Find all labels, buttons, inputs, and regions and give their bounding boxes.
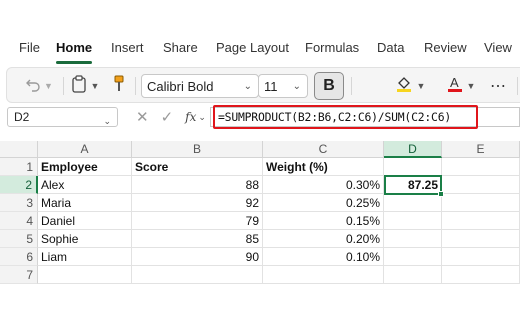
fill-color-icon [395, 75, 413, 98]
column-header-b[interactable]: B [132, 141, 263, 158]
cell-e6[interactable] [442, 248, 520, 266]
cell-b5[interactable]: 85 [132, 230, 263, 248]
cell-c4[interactable]: 0.15% [263, 212, 384, 230]
more-icon[interactable]: ⋯ [485, 68, 511, 104]
menu-view[interactable]: View [484, 40, 512, 55]
chevron-down-icon: ⌄ [198, 111, 206, 122]
svg-text:A: A [450, 75, 459, 90]
cell-c5[interactable]: 0.20% [263, 230, 384, 248]
cell-c1[interactable]: Weight (%) [263, 158, 384, 176]
cancel-icon[interactable]: ✕ [136, 108, 149, 126]
menu-file[interactable]: File [19, 40, 40, 55]
format-painter-button[interactable] [108, 68, 130, 104]
cell-a1[interactable]: Employee [38, 158, 132, 176]
cell-e5[interactable] [442, 230, 520, 248]
row-header-4[interactable]: 4 [0, 212, 38, 230]
formula-highlight-box [213, 105, 478, 129]
cell-b3[interactable]: 92 [132, 194, 263, 212]
paste-button[interactable]: ▼ [67, 68, 103, 104]
cell-c7[interactable] [263, 266, 384, 284]
ribbon-toolbar: ▼ ▼ Calibri Bold ⌄ 11 ⌄ B ▼ A ▼ ⋯ [6, 67, 520, 103]
active-cell-border [384, 175, 442, 195]
name-box-value: D2 [14, 110, 30, 124]
column-header-a[interactable]: A [38, 141, 132, 158]
cell-b7[interactable] [132, 266, 263, 284]
row-header-2[interactable]: 2 [0, 176, 38, 194]
font-name-value: Calibri Bold [147, 78, 214, 94]
cell-a5[interactable]: Sophie [38, 230, 132, 248]
row-header-1[interactable]: 1 [0, 158, 38, 176]
enter-icon[interactable]: ✓ [161, 108, 174, 126]
cell-d6[interactable] [384, 248, 442, 266]
column-header-e[interactable]: E [442, 141, 520, 158]
cell-e2[interactable] [442, 176, 520, 194]
cell-e4[interactable] [442, 212, 520, 230]
cell-c6[interactable]: 0.10% [263, 248, 384, 266]
column-header-d[interactable]: D [384, 141, 442, 158]
paste-dropdown-icon: ▼ [90, 81, 100, 91]
cell-e3[interactable] [442, 194, 520, 212]
cell-b6[interactable]: 90 [132, 248, 263, 266]
divider [135, 77, 136, 95]
cell-a4[interactable]: Daniel [38, 212, 132, 230]
row-header-3[interactable]: 3 [0, 194, 38, 212]
fill-handle[interactable] [438, 191, 444, 197]
undo-dropdown-icon: ▼ [44, 81, 53, 91]
chevron-down-icon: ⌄ [243, 81, 252, 92]
cell-c3[interactable]: 0.25% [263, 194, 384, 212]
cell-d5[interactable] [384, 230, 442, 248]
font-color-button[interactable]: A ▼ [443, 68, 479, 104]
undo-icon [25, 76, 41, 97]
active-tab-indicator [56, 61, 92, 64]
name-box[interactable]: D2 ⌄ [7, 107, 118, 127]
cell-c2[interactable]: 0.30% [263, 176, 384, 194]
insert-function-icon[interactable]: fx [185, 110, 196, 124]
menu-formulas[interactable]: Formulas [305, 40, 359, 55]
cell-a6[interactable]: Liam [38, 248, 132, 266]
cell-b2[interactable]: 88 [132, 176, 263, 194]
menu-review[interactable]: Review [424, 40, 467, 55]
format-painter-icon [112, 75, 126, 98]
menu-data[interactable]: Data [377, 40, 404, 55]
divider [63, 77, 64, 95]
font-size-select[interactable]: 11 ⌄ [258, 74, 308, 98]
select-all-corner[interactable] [0, 141, 38, 158]
font-size-value: 11 [264, 78, 278, 94]
menu-insert[interactable]: Insert [111, 40, 144, 55]
divider [351, 77, 352, 95]
cell-d1[interactable] [384, 158, 442, 176]
font-name-select[interactable]: Calibri Bold ⌄ [141, 74, 259, 98]
bold-button[interactable]: B [314, 72, 344, 100]
cell-e1[interactable] [442, 158, 520, 176]
column-header-c[interactable]: C [263, 141, 384, 158]
chevron-down-icon: ⌄ [103, 116, 111, 126]
cell-b1[interactable]: Score [132, 158, 263, 176]
cell-e7[interactable] [442, 266, 520, 284]
paste-icon [71, 74, 87, 98]
cell-a7[interactable] [38, 266, 132, 284]
menu-home[interactable]: Home [56, 40, 92, 55]
cell-d7[interactable] [384, 266, 442, 284]
chevron-down-icon: ⌄ [292, 81, 301, 92]
formula-controls: ✕ ✓ fx ⌄ [126, 107, 210, 127]
cell-a2[interactable]: Alex [38, 176, 132, 194]
row-header-6[interactable]: 6 [0, 248, 38, 266]
menu-page-layout[interactable]: Page Layout [216, 40, 289, 55]
cell-d3[interactable] [384, 194, 442, 212]
menu-share[interactable]: Share [163, 40, 198, 55]
font-color-icon: A [447, 75, 463, 98]
row-header-5[interactable]: 5 [0, 230, 38, 248]
fill-color-dropdown-icon: ▼ [416, 81, 426, 91]
cell-d4[interactable] [384, 212, 442, 230]
fill-color-button[interactable]: ▼ [392, 68, 428, 104]
font-color-dropdown-icon: ▼ [466, 81, 476, 91]
cell-b4[interactable]: 79 [132, 212, 263, 230]
undo-button[interactable]: ▼ [19, 68, 59, 104]
row-header-7[interactable]: 7 [0, 266, 38, 284]
divider [517, 77, 518, 95]
cell-a3[interactable]: Maria [38, 194, 132, 212]
